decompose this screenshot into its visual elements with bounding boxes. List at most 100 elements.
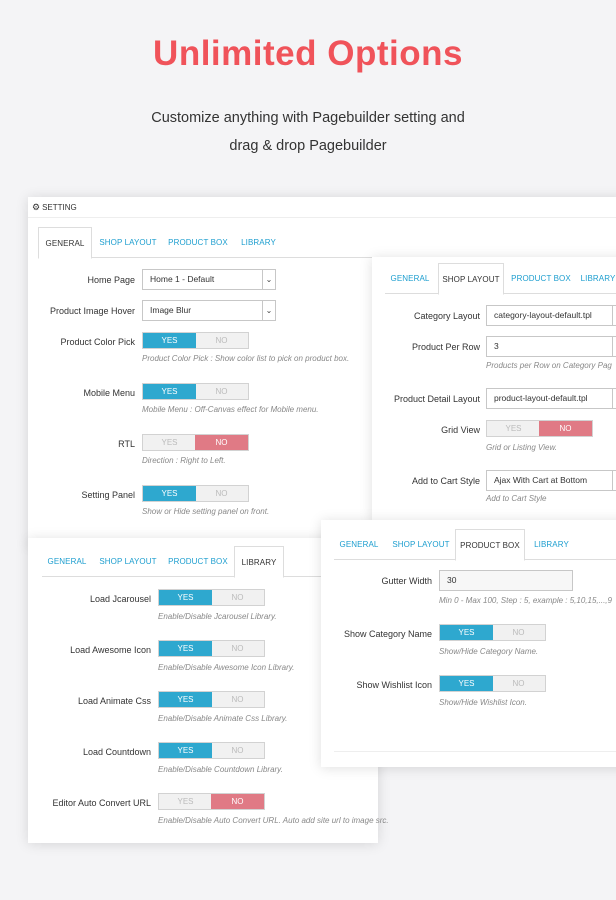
chevron-down-icon: ⌄ xyxy=(262,270,275,289)
show-wishlist-yes[interactable]: YES xyxy=(440,676,493,691)
chevron-down-icon: ⌄ xyxy=(612,337,616,356)
hover-select[interactable]: Image Blur ⌄ xyxy=(142,300,276,321)
category-layout-select[interactable]: category-layout-default.tpl ⌄ xyxy=(486,305,616,326)
jcarousel-no[interactable]: NO xyxy=(211,590,264,605)
setting-title: SETTING xyxy=(42,203,77,212)
animate-toggle[interactable]: YES NO xyxy=(158,691,265,708)
tab-product-box[interactable]: PRODUCT BOX xyxy=(507,263,575,294)
grid-view-yes[interactable]: YES xyxy=(487,421,540,436)
tab-shop-layout[interactable]: SHOP LAYOUT xyxy=(96,227,160,258)
rtl-help: Direction : Right to Left. xyxy=(142,456,226,465)
show-wishlist-no[interactable]: NO xyxy=(492,676,545,691)
gutter-input[interactable]: 30 xyxy=(439,570,573,591)
home-page-select[interactable]: Home 1 - Default ⌄ xyxy=(142,269,276,290)
tab-general[interactable]: GENERAL xyxy=(42,546,92,577)
tab-product-box[interactable]: PRODUCT BOX xyxy=(166,227,230,258)
chevron-down-icon: ⌄ xyxy=(612,389,616,408)
per-row-select[interactable]: 3 ⌄ xyxy=(486,336,616,357)
tab-shop-layout[interactable]: SHOP LAYOUT xyxy=(438,263,504,295)
awesome-toggle[interactable]: YES NO xyxy=(158,640,265,657)
awesome-help: Enable/Disable Awesome Icon Library. xyxy=(158,663,295,672)
countdown-label: Load Countdown xyxy=(82,747,151,757)
detail-layout-value: product-layout-default.tpl xyxy=(494,393,588,403)
show-category-no[interactable]: NO xyxy=(492,625,545,640)
mobile-menu-help: Mobile Menu : Off-Canvas effect for Mobi… xyxy=(142,405,319,414)
gutter-label: Gutter Width xyxy=(381,576,432,586)
jcarousel-label: Load Jcarousel xyxy=(89,594,151,604)
tab-general[interactable]: GENERAL xyxy=(38,227,92,259)
grid-view-no[interactable]: NO xyxy=(539,421,592,436)
add-to-cart-select[interactable]: Ajax With Cart at Bottom ⌄ xyxy=(486,470,616,491)
show-wishlist-label: Show Wishlist Icon xyxy=(356,680,432,690)
auto-url-yes[interactable]: YES xyxy=(159,794,212,809)
add-to-cart-value: Ajax With Cart at Bottom xyxy=(494,475,588,485)
hero-subtitle-line1: Customize anything with Pagebuilder sett… xyxy=(151,110,465,126)
tab-general[interactable]: GENERAL xyxy=(334,529,384,560)
shop-tabs: GENERAL SHOP LAYOUT PRODUCT BOX LIBRARY xyxy=(385,263,616,295)
show-wishlist-toggle[interactable]: YES NO xyxy=(439,675,546,692)
animate-help: Enable/Disable Animate Css Library. xyxy=(158,714,288,723)
rtl-no[interactable]: NO xyxy=(195,435,248,450)
show-category-toggle[interactable]: YES NO xyxy=(439,624,546,641)
countdown-yes[interactable]: YES xyxy=(159,743,212,758)
mobile-menu-no[interactable]: NO xyxy=(195,384,248,399)
tab-shop-layout[interactable]: SHOP LAYOUT xyxy=(97,546,159,577)
grid-view-help: Grid or Listing View. xyxy=(486,443,557,452)
tab-library[interactable]: LIBRARY xyxy=(578,263,616,294)
tab-general[interactable]: GENERAL xyxy=(385,263,435,294)
hover-label: Product Image Hover xyxy=(49,306,135,316)
mobile-menu-toggle[interactable]: YES NO xyxy=(142,383,249,400)
rtl-toggle[interactable]: YES NO xyxy=(142,434,249,451)
color-pick-toggle[interactable]: YES NO xyxy=(142,332,249,349)
auto-url-help: Enable/Disable Auto Convert URL. Auto ad… xyxy=(158,816,389,825)
tab-product-box[interactable]: PRODUCT BOX xyxy=(455,529,525,561)
tab-library[interactable]: LIBRARY xyxy=(236,227,281,258)
category-layout-value: category-layout-default.tpl xyxy=(494,310,592,320)
animate-yes[interactable]: YES xyxy=(159,692,212,707)
auto-url-toggle[interactable]: YES NO xyxy=(158,793,265,810)
hero-subtitle: Customize anything with Pagebuilder sett… xyxy=(0,104,616,160)
countdown-toggle[interactable]: YES NO xyxy=(158,742,265,759)
setting-panel-label: Setting Panel xyxy=(81,490,135,500)
awesome-yes[interactable]: YES xyxy=(159,641,212,656)
tab-shop-layout[interactable]: SHOP LAYOUT xyxy=(389,529,453,560)
productbox-footer-divider xyxy=(334,751,616,752)
chevron-down-icon: ⌄ xyxy=(612,471,616,490)
tab-library[interactable]: LIBRARY xyxy=(234,546,284,578)
jcarousel-toggle[interactable]: YES NO xyxy=(158,589,265,606)
hero-subtitle-line2: drag & drop Pagebuilder xyxy=(229,138,387,154)
setting-panel-help: Show or Hide setting panel on front. xyxy=(142,507,270,516)
tab-product-box[interactable]: PRODUCT BOX xyxy=(165,546,231,577)
header-divider xyxy=(28,217,616,218)
tab-library[interactable]: LIBRARY xyxy=(529,529,574,560)
awesome-no[interactable]: NO xyxy=(211,641,264,656)
color-pick-yes[interactable]: YES xyxy=(143,333,196,348)
jcarousel-yes[interactable]: YES xyxy=(159,590,212,605)
per-row-label: Product Per Row xyxy=(411,342,480,352)
setting-panel-yes[interactable]: YES xyxy=(143,486,196,501)
grid-view-label: Grid View xyxy=(441,425,480,435)
detail-layout-select[interactable]: product-layout-default.tpl ⌄ xyxy=(486,388,616,409)
color-pick-no[interactable]: NO xyxy=(195,333,248,348)
setting-header: ⚙ SETTING xyxy=(32,202,77,213)
hero-title: Unlimited Options xyxy=(153,34,463,73)
animate-no[interactable]: NO xyxy=(211,692,264,707)
mobile-menu-label: Mobile Menu xyxy=(83,388,135,398)
show-category-yes[interactable]: YES xyxy=(440,625,493,640)
show-category-label: Show Category Name xyxy=(343,629,432,639)
countdown-no[interactable]: NO xyxy=(211,743,264,758)
add-to-cart-label: Add to Cart Style xyxy=(411,476,480,486)
chevron-down-icon: ⌄ xyxy=(262,301,275,320)
rtl-yes[interactable]: YES xyxy=(143,435,196,450)
show-wishlist-help: Show/Hide Wishlist Icon. xyxy=(439,698,527,707)
gutter-help: Min 0 - Max 100, Step : 5, example : 5,1… xyxy=(439,596,612,605)
chevron-down-icon: ⌄ xyxy=(612,306,616,325)
mobile-menu-yes[interactable]: YES xyxy=(143,384,196,399)
grid-view-toggle[interactable]: YES NO xyxy=(486,420,593,437)
setting-panel-toggle[interactable]: YES NO xyxy=(142,485,249,502)
animate-label: Load Animate Css xyxy=(77,696,151,706)
setting-panel-no[interactable]: NO xyxy=(195,486,248,501)
countdown-help: Enable/Disable Countdown Library. xyxy=(158,765,283,774)
awesome-label: Load Awesome Icon xyxy=(70,645,151,655)
auto-url-no[interactable]: NO xyxy=(211,794,264,809)
